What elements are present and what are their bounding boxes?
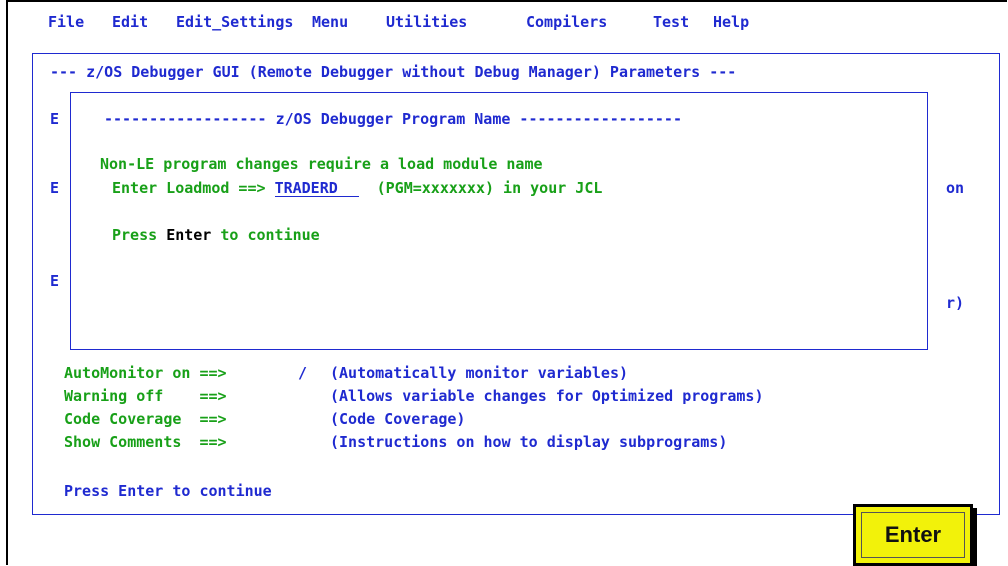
enter-button-label: Enter [861,512,965,558]
menu-help[interactable]: Help [713,13,749,31]
loadmod-hint: (PGM=xxxxxxx) in your JCL [358,179,603,197]
popup-press-enter: Press Enter to continue [112,226,320,244]
program-name-popup [70,92,928,350]
loadmod-input[interactable]: TRADERD [274,179,359,197]
option-warning-input[interactable] [298,387,318,405]
menu-compilers[interactable]: Compilers [526,13,607,31]
option-automonitor-desc: (Automatically monitor variables) [330,364,629,382]
option-warning-label: Warning off ==> [64,387,227,405]
loadmod-label: Enter Loadmod ==> [112,179,275,197]
menu-utilities[interactable]: Utilities [386,13,467,31]
option-show-comments-desc: (Instructions on how to display subprogr… [330,433,728,451]
menu-edit-settings[interactable]: Edit_Settings [176,13,293,31]
option-show-comments-input[interactable] [298,433,318,451]
menu-file[interactable]: File [48,13,84,31]
option-automonitor-label: AutoMonitor on ==> [64,364,227,382]
option-automonitor-input[interactable]: / [298,364,307,382]
popup-message: Non-LE program changes require a load mo… [100,155,543,173]
enter-button-face: Enter [853,504,973,566]
option-warning-desc: (Allows variable changes for Optimized p… [330,387,764,405]
option-code-coverage-desc: (Code Coverage) [330,410,466,428]
hidden-field-letter: E [50,179,60,197]
popup-title: ------------------ z/OS Debugger Program… [104,110,682,128]
hidden-text-fragment: r) [946,294,965,312]
loadmod-row: Enter Loadmod ==> TRADERD (PGM=xxxxxxx) … [112,179,602,197]
option-code-coverage-input[interactable] [298,410,318,428]
enter-key-text: Enter [166,226,212,244]
footer-instruction: Press Enter to continue [64,482,272,500]
panel-title: --- z/OS Debugger GUI (Remote Debugger w… [50,63,737,81]
menu-edit[interactable]: Edit [112,13,148,31]
enter-button[interactable]: Enter [853,504,979,566]
menu-test[interactable]: Test [653,13,689,31]
menu-menu[interactable]: Menu [312,13,348,31]
press-prefix: Press [112,226,167,244]
option-code-coverage-label: Code Coverage ==> [64,410,227,428]
press-suffix: to continue [211,226,320,244]
hidden-field-letter: E [50,110,60,128]
hidden-text-fragment: on [946,179,965,197]
option-show-comments-label: Show Comments ==> [64,433,227,451]
hidden-field-letter: E [50,272,60,290]
